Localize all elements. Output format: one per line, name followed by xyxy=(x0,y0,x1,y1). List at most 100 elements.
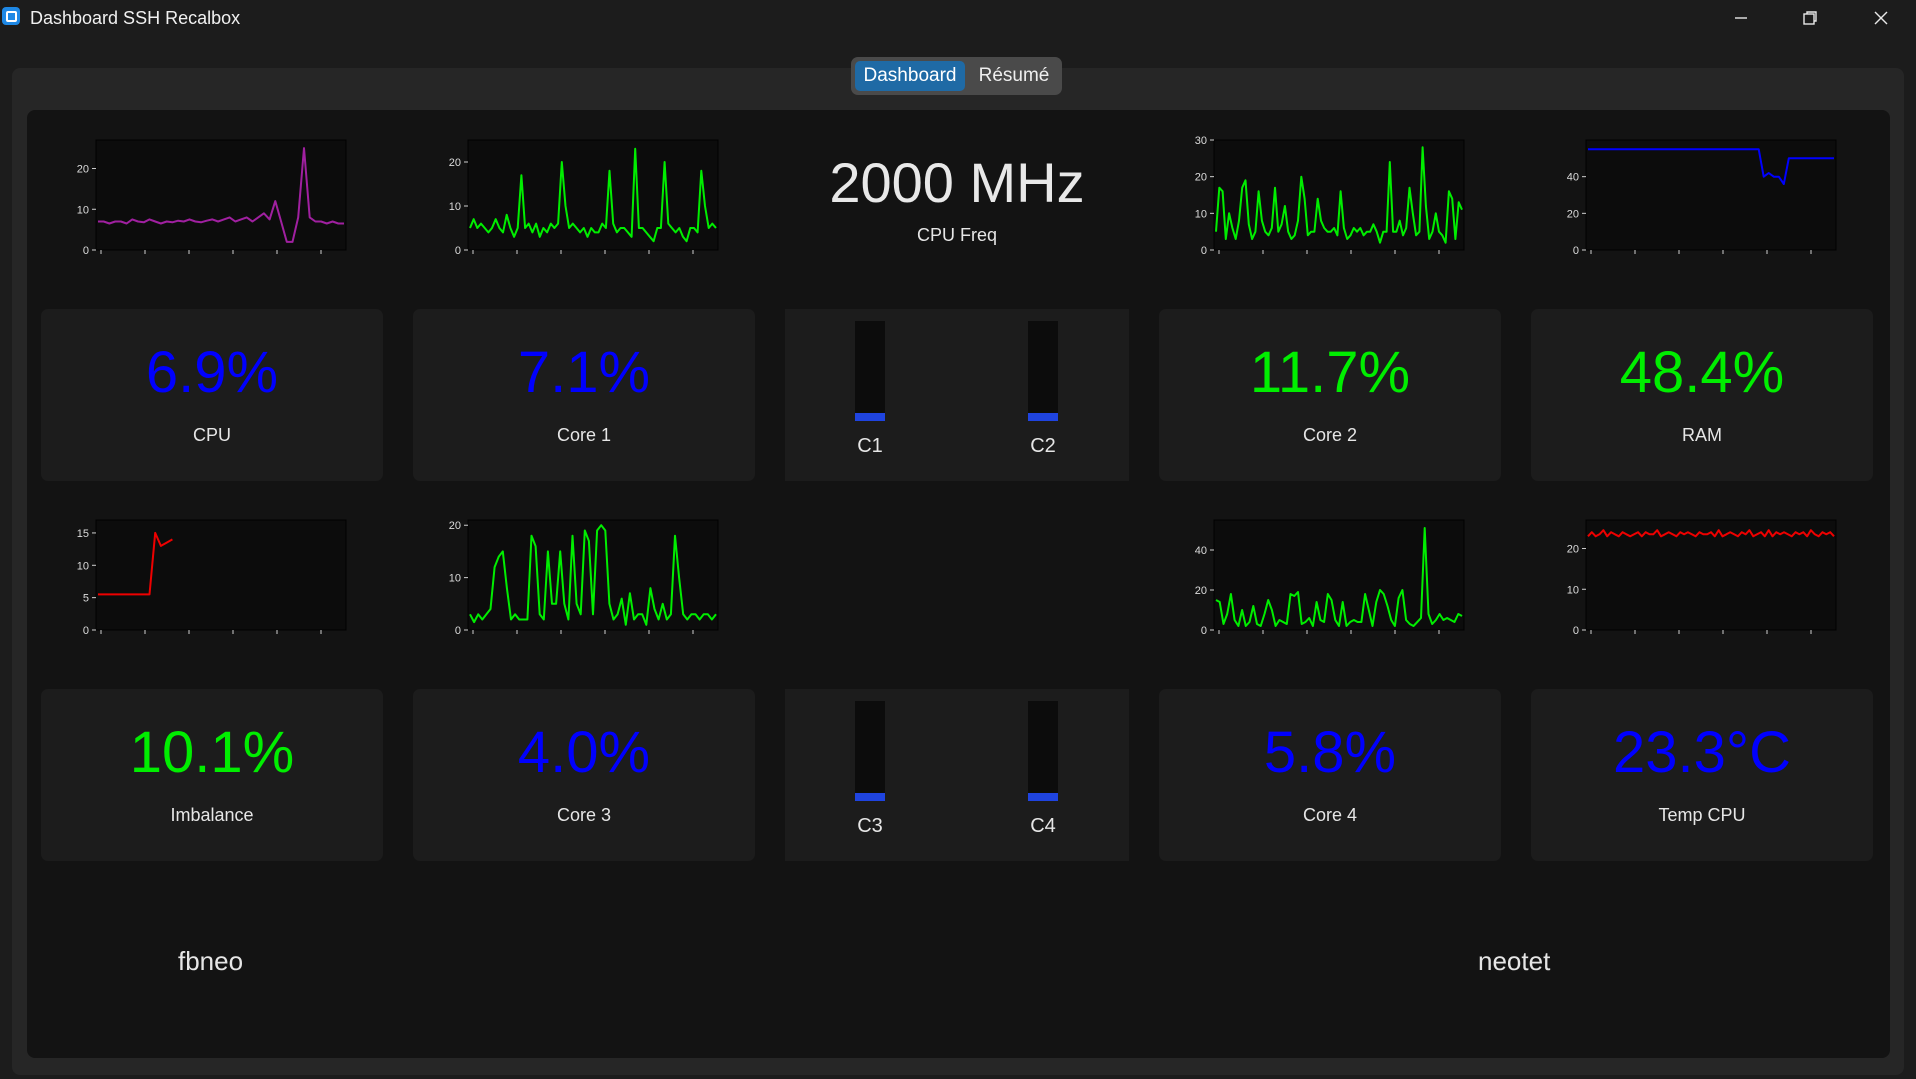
y-tick-label: 5 xyxy=(83,593,89,605)
core2-value: 11.7% xyxy=(1249,340,1411,405)
c2-label: C2 xyxy=(1030,435,1056,457)
temp-card: 23.3°C Temp CPU xyxy=(1531,689,1873,861)
title-bar: Dashboard SSH Recalbox xyxy=(0,0,1916,36)
restore-button[interactable] xyxy=(1779,0,1841,36)
y-tick-label: 0 xyxy=(1573,625,1579,637)
core2-label: Core 2 xyxy=(1302,425,1358,445)
chart-svg: 0 10 20 xyxy=(1567,519,1837,637)
core3-card: 4.0% Core 3 xyxy=(413,689,755,861)
core4-card: 5.8% Core 4 xyxy=(1159,689,1501,861)
core1-card: 7.1% Core 1 xyxy=(413,309,755,481)
core1-value: 7.1% xyxy=(517,340,651,405)
y-tick-label: 20 xyxy=(449,157,461,169)
y-tick-label: 20 xyxy=(449,520,461,532)
y-tick-label: 0 xyxy=(1201,245,1207,257)
core4-label: Core 4 xyxy=(1302,805,1358,825)
imbalance-label: Imbalance xyxy=(170,805,254,825)
y-tick-label: 40 xyxy=(1195,545,1207,557)
chart-svg: 0 5 10 15 xyxy=(77,519,347,637)
emulator-left: fbneo xyxy=(178,946,244,976)
cpu-freq-value: 2000 MHz xyxy=(829,151,1085,214)
app-icon xyxy=(2,7,20,25)
c1-bar-fill xyxy=(855,413,885,421)
plot-area xyxy=(1585,139,1837,251)
plot-area xyxy=(95,519,347,631)
y-tick-label: 20 xyxy=(1567,208,1579,220)
window-title: Dashboard SSH Recalbox xyxy=(30,8,241,28)
cpu-value: 6.9% xyxy=(145,340,279,405)
c3-bar-fill xyxy=(855,793,885,801)
plot-area xyxy=(1585,519,1837,631)
tab-resume[interactable]: Résumé xyxy=(969,61,1059,91)
c1-bar xyxy=(855,321,885,421)
y-tick-label: 30 xyxy=(1195,135,1207,147)
temp-value: 23.3°C xyxy=(1613,720,1791,785)
ram-chart: 0 20 40 xyxy=(1546,133,1841,283)
core-bars-bottom: C3 C4 xyxy=(785,689,1129,861)
c2-bar xyxy=(1028,321,1058,421)
tab-bar: Dashboard Résumé xyxy=(851,57,1062,95)
y-tick-label: 0 xyxy=(455,625,461,637)
temp-chart: 0 10 20 xyxy=(1546,513,1841,663)
c1-label: C1 xyxy=(857,435,883,457)
imbalance-card: 10.1% Imbalance xyxy=(41,689,383,861)
core2-card: 11.7% Core 2 xyxy=(1159,309,1501,481)
c4-bar-fill xyxy=(1028,793,1058,801)
y-tick-label: 10 xyxy=(449,201,461,213)
core1-chart: 0 10 20 xyxy=(428,133,723,283)
chart-svg: 0 10 20 30 xyxy=(1195,135,1465,257)
cpu-label: CPU xyxy=(192,425,231,445)
y-tick-label: 20 xyxy=(1195,585,1207,597)
y-tick-label: 0 xyxy=(83,625,89,637)
chart-svg: 0 10 20 xyxy=(449,519,719,637)
minimize-icon xyxy=(1735,17,1747,19)
y-tick-label: 0 xyxy=(455,245,461,257)
cpu-freq-label: CPU Freq xyxy=(916,225,997,245)
c4-bar xyxy=(1028,701,1058,801)
plot-area xyxy=(467,139,719,251)
y-tick-label: 40 xyxy=(1567,172,1579,184)
core4-value: 5.8% xyxy=(1263,720,1397,785)
y-tick-label: 10 xyxy=(1195,208,1207,220)
game-right: neotet xyxy=(1478,946,1551,976)
chart-svg: 0 20 40 xyxy=(1195,519,1465,637)
y-tick-label: 10 xyxy=(1567,584,1579,596)
core3-chart: 0 10 20 xyxy=(428,513,723,663)
c4-label: C4 xyxy=(1030,815,1056,837)
imbalance-chart: 0 5 10 15 xyxy=(56,513,351,663)
cpu-freq-display: 2000 MHz CPU Freq xyxy=(785,150,1129,246)
cpu-chart: 0 10 20 xyxy=(56,133,351,283)
ram-card: 48.4% RAM xyxy=(1531,309,1873,481)
c3-bar xyxy=(855,701,885,801)
ram-value: 48.4% xyxy=(1619,340,1785,405)
y-tick-label: 10 xyxy=(449,573,461,585)
ram-label: RAM xyxy=(1682,425,1722,445)
cpu-card: 6.9% CPU xyxy=(41,309,383,481)
core-bars-top: C1 C2 xyxy=(785,309,1129,481)
close-button[interactable] xyxy=(1850,0,1912,36)
core3-value: 4.0% xyxy=(517,720,651,785)
y-tick-label: 15 xyxy=(77,528,89,540)
core1-label: Core 1 xyxy=(556,425,612,445)
c2-bar-fill xyxy=(1028,413,1058,421)
chart-svg: 0 10 20 xyxy=(449,139,719,257)
minimize-button[interactable] xyxy=(1710,0,1772,36)
chart-svg: 0 20 40 xyxy=(1567,139,1837,257)
core2-chart: 0 10 20 30 xyxy=(1174,133,1469,283)
y-tick-label: 10 xyxy=(77,560,89,572)
chart-svg: 0 10 20 xyxy=(77,139,347,257)
imbalance-value: 10.1% xyxy=(129,720,295,785)
c3-label: C3 xyxy=(857,815,883,837)
close-icon xyxy=(1874,11,1888,25)
tab-dashboard[interactable]: Dashboard xyxy=(855,61,965,91)
restore-icon xyxy=(1803,11,1817,25)
y-tick-label: 20 xyxy=(77,164,89,176)
core3-label: Core 3 xyxy=(556,805,612,825)
y-tick-label: 20 xyxy=(1195,172,1207,184)
y-tick-label: 10 xyxy=(77,204,89,216)
temp-label: Temp CPU xyxy=(1658,805,1746,825)
core4-chart: 0 20 40 xyxy=(1174,513,1469,663)
y-tick-label: 20 xyxy=(1567,544,1579,556)
y-tick-label: 0 xyxy=(1201,625,1207,637)
y-tick-label: 0 xyxy=(83,245,89,257)
